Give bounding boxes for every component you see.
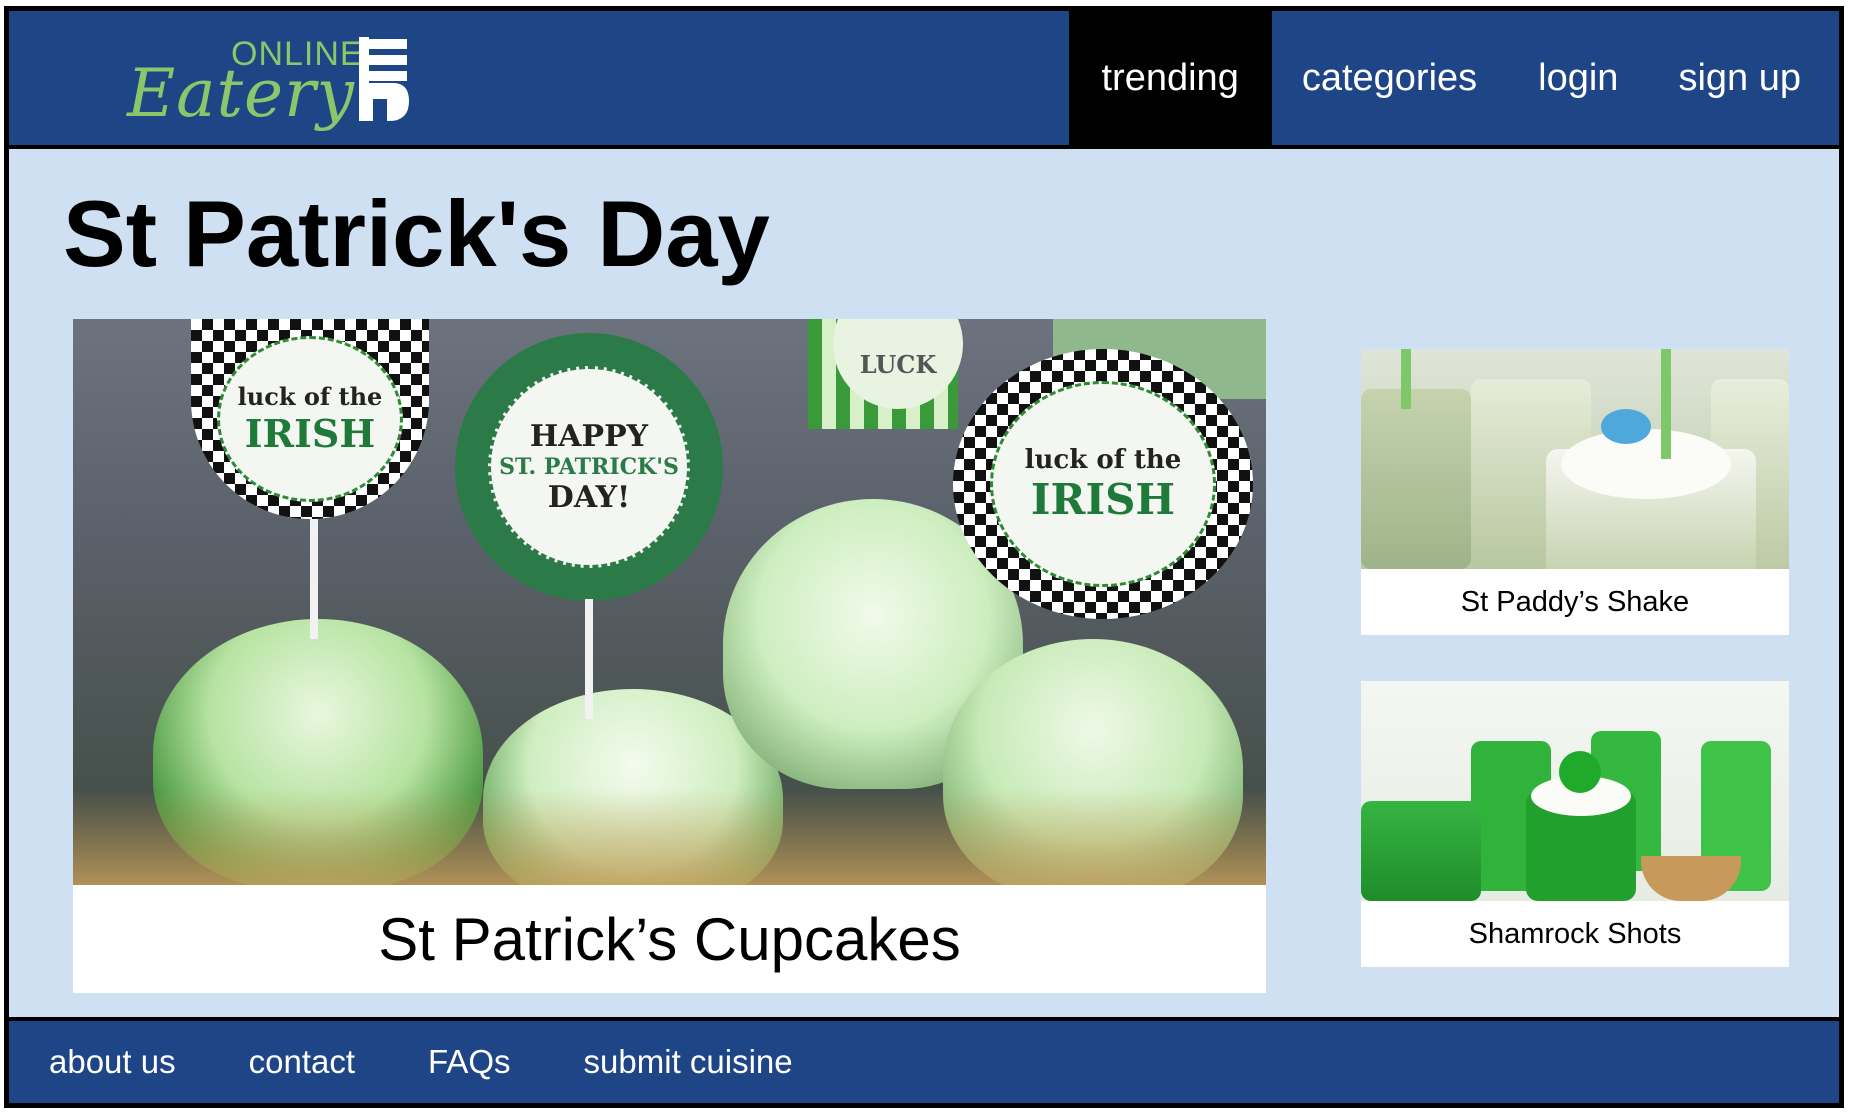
topper-text: luck of the [237,382,383,411]
nav-trending[interactable]: trending [1068,11,1272,145]
topper-text: IRISH [1030,474,1176,524]
straw [1661,349,1671,459]
recipe-card-shots[interactable]: Shamrock Shots [1361,681,1789,967]
nav-sign-up[interactable]: sign up [1648,11,1839,145]
topper-stick [310,519,318,639]
main-nav: trending categories login sign up [1068,11,1840,145]
nav-categories[interactable]: categories [1272,11,1508,145]
topper-text: IRISH [244,411,376,456]
topper-text: DAY! [547,480,631,515]
recipe-title-shake[interactable]: St Paddy’s Shake [1361,569,1789,635]
nav-login[interactable]: login [1508,11,1648,145]
site-footer: about us contact FAQs submit cuisine [9,1017,1839,1103]
page-frame: ONLINE Eatery trending categories login … [4,6,1844,1108]
shake-image[interactable] [1361,349,1789,569]
featured-recipe-card[interactable]: luck of the IRISH HAPPY ST. PATRICK'S DA… [73,319,1266,993]
topper-text: ST. PATRICK'S [499,454,679,480]
crumb-bowl [1641,856,1741,901]
logo-fork-icon [359,37,409,121]
footer-about-us[interactable]: about us [49,1043,176,1081]
topper-text: luck of the [1024,444,1182,475]
topper-happy-st-patricks-day: HAPPY ST. PATRICK'S DAY! [455,333,723,601]
footer-faqs[interactable]: FAQs [428,1043,511,1081]
site-logo[interactable]: ONLINE Eatery [127,25,417,145]
topper-luck-of-the-irish-2: luck of the IRISH [953,349,1253,619]
footer-contact[interactable]: contact [249,1043,355,1081]
page-title: St Patrick's Day [63,181,770,286]
cupcake-bases [73,789,1266,885]
shots-image[interactable] [1361,681,1789,901]
featured-recipe-title[interactable]: St Patrick’s Cupcakes [73,885,1266,993]
recipe-title-shots[interactable]: Shamrock Shots [1361,901,1789,967]
cherry-bowl [1361,801,1481,901]
topper-text: HAPPY [529,419,649,454]
recipe-card-shake[interactable]: St Paddy’s Shake [1361,349,1789,635]
topper-stick [585,599,593,719]
shake-glass [1361,389,1471,569]
topper-text: LUCK [859,349,937,379]
candy-topping [1601,409,1651,444]
whipped-cream [1561,429,1731,499]
straw [1401,349,1411,409]
site-header: ONLINE Eatery trending categories login … [9,11,1839,149]
logo-eatery-text: Eatery [127,55,355,132]
cherry [1559,751,1601,793]
cupcakes-image[interactable]: luck of the IRISH HAPPY ST. PATRICK'S DA… [73,319,1266,885]
footer-submit-cuisine[interactable]: submit cuisine [584,1043,793,1081]
topper-luck-of-the-irish: luck of the IRISH [191,319,429,519]
